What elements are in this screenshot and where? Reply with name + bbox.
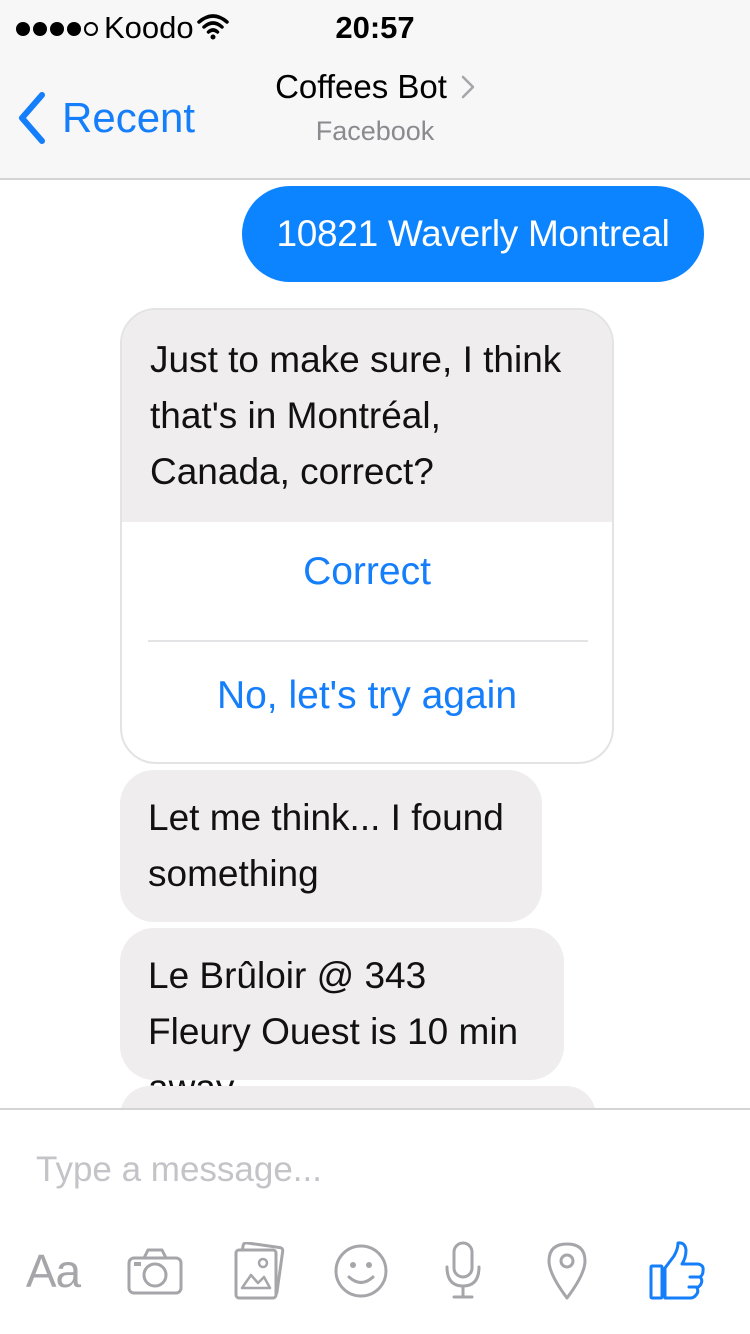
try-again-button[interactable]: No, let's try again xyxy=(122,674,612,718)
card-divider xyxy=(148,640,588,642)
status-bar: Koodo 20:57 xyxy=(0,0,750,58)
sticker-button[interactable] xyxy=(326,1236,396,1306)
message-list[interactable]: 10821 Waverly Montreal Just to make sure… xyxy=(0,180,750,1108)
incoming-message: Le Brûloir @ 343 Fleury Ouest is 10 min … xyxy=(120,928,564,1108)
microphone-icon xyxy=(445,1241,481,1299)
like-button[interactable] xyxy=(642,1236,712,1306)
incoming-message-text: Let me think... I found something xyxy=(148,797,504,894)
incoming-message: Let me think... I found something xyxy=(120,770,542,922)
header: Koodo 20:57 Recent Coffees Bot Facebook xyxy=(0,0,750,180)
text-format-button[interactable]: Aa xyxy=(18,1236,88,1306)
text-format-icon: Aa xyxy=(25,1245,81,1297)
sticker-smiley-icon xyxy=(334,1244,388,1298)
conversation-title-block: Coffees Bot Facebook xyxy=(230,68,520,147)
confirmation-prompt: Just to make sure, I think that's in Mon… xyxy=(122,310,612,522)
photo-gallery-icon xyxy=(234,1242,285,1300)
microphone-button[interactable] xyxy=(428,1236,498,1306)
thumbs-up-icon xyxy=(649,1241,705,1300)
location-pin-icon xyxy=(547,1242,587,1300)
outgoing-message-text: 10821 Waverly Montreal xyxy=(276,213,670,254)
back-button-label: Recent xyxy=(62,94,196,141)
conversation-subtitle: Facebook xyxy=(315,116,435,146)
camera-button[interactable] xyxy=(120,1236,190,1306)
chevron-left-icon xyxy=(19,92,45,144)
conversation-title: Coffees Bot xyxy=(275,68,447,105)
camera-icon xyxy=(127,1248,183,1295)
messenger-screen: Koodo 20:57 Recent Coffees Bot Facebook … xyxy=(0,0,750,1334)
back-button[interactable]: Recent xyxy=(14,88,195,148)
conversation-title-link[interactable]: Coffees Bot xyxy=(275,68,475,106)
chevron-right-icon xyxy=(461,75,475,99)
status-time: 20:57 xyxy=(335,10,415,45)
photo-gallery-button[interactable] xyxy=(224,1236,294,1306)
message-input[interactable] xyxy=(36,1144,716,1196)
incoming-message-partial xyxy=(120,1086,596,1108)
location-button[interactable] xyxy=(532,1236,602,1306)
outgoing-message: 10821 Waverly Montreal xyxy=(242,186,704,282)
correct-button[interactable]: Correct xyxy=(122,550,612,594)
composer: Aa xyxy=(0,1108,750,1334)
confirmation-card: Just to make sure, I think that's in Mon… xyxy=(120,308,614,764)
